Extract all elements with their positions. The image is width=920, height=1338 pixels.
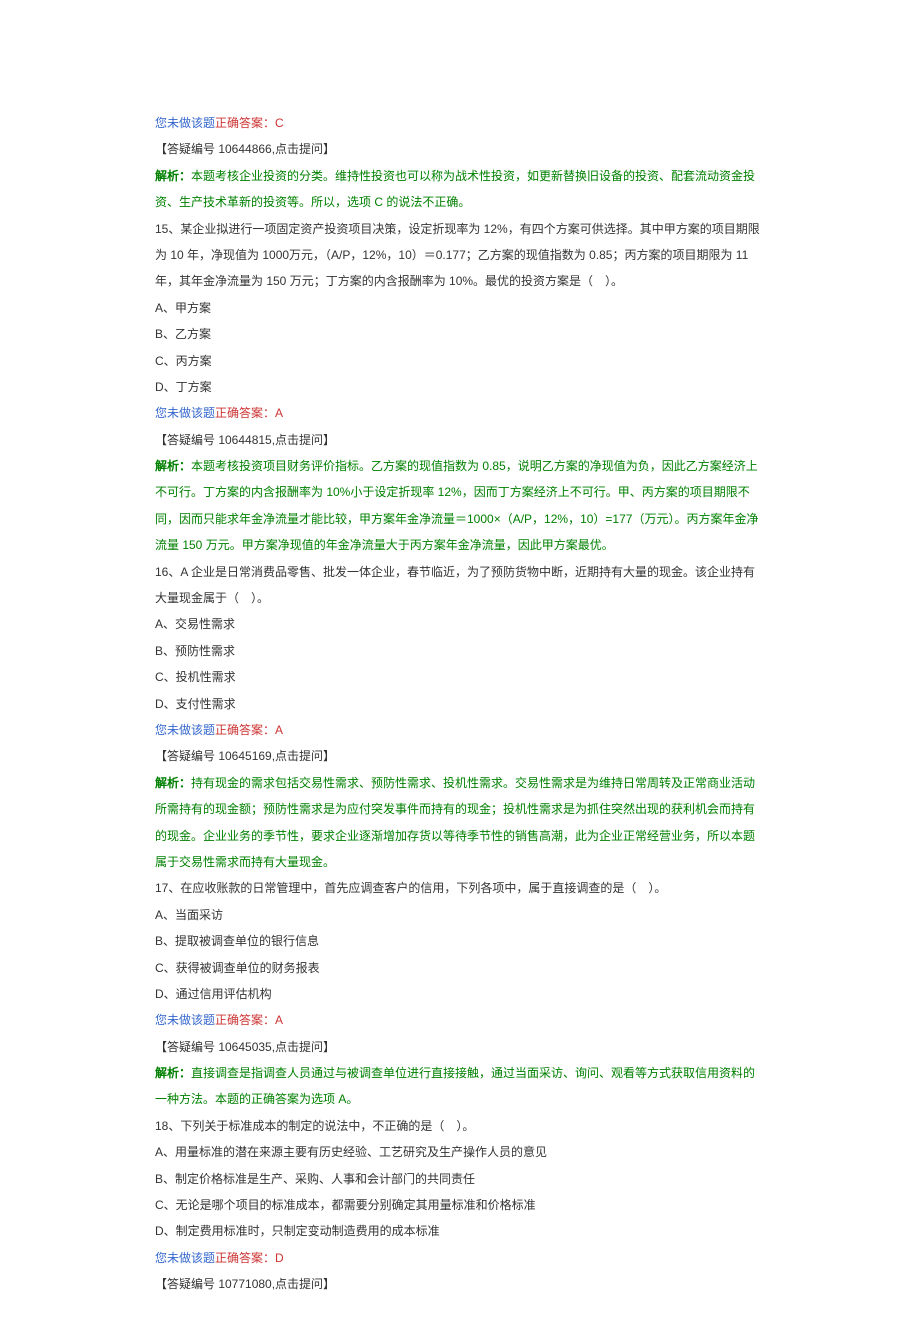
not-done-label: 您未做该题 <box>155 406 215 420</box>
option-b: B、提取被调查单位的银行信息 <box>155 928 765 954</box>
analysis-label: 解析： <box>155 1066 191 1080</box>
question-stem: 18、下列关于标准成本的制定的说法中，不正确的是（ ）。 <box>155 1113 765 1139</box>
question-17: 17、在应收账款的日常管理中，首先应调查客户的信用，下列各项中，属于直接调查的是… <box>155 875 765 1113</box>
option-a: A、交易性需求 <box>155 611 765 637</box>
analysis: 解析：持有现金的需求包括交易性需求、预防性需求、投机性需求。交易性需求是为维持日… <box>155 770 765 876</box>
question-18: 18、下列关于标准成本的制定的说法中，不正确的是（ ）。 A、用量标准的潜在来源… <box>155 1113 765 1298</box>
not-done-label: 您未做该题 <box>155 723 215 737</box>
reference-link[interactable]: 【答疑编号 10771080,点击提问】 <box>155 1271 765 1297</box>
question-14-answer: 您未做该题正确答案：C 【答疑编号 10644866,点击提问】 解析：本题考核… <box>155 110 765 216</box>
reference-link[interactable]: 【答疑编号 10644866,点击提问】 <box>155 136 765 162</box>
question-stem: 16、A 企业是日常消费品零售、批发一体企业，春节临近，为了预防货物中断，近期持… <box>155 559 765 612</box>
option-c: C、无论是哪个项目的标准成本，都需要分别确定其用量标准和价格标准 <box>155 1192 765 1218</box>
not-done-label: 您未做该题 <box>155 1251 215 1265</box>
reference-link[interactable]: 【答疑编号 10645169,点击提问】 <box>155 743 765 769</box>
option-a: A、当面采访 <box>155 902 765 928</box>
option-c: C、丙方案 <box>155 348 765 374</box>
analysis-label: 解析： <box>155 459 191 473</box>
question-15: 15、某企业拟进行一项固定资产投资项目决策，设定折现率为 12%，有四个方案可供… <box>155 216 765 559</box>
correct-answer-label: 正确答案：A <box>215 406 283 420</box>
option-a: A、用量标准的潜在来源主要有历史经验、工艺研究及生产操作人员的意见 <box>155 1139 765 1165</box>
option-c: C、投机性需求 <box>155 664 765 690</box>
analysis-label: 解析： <box>155 776 191 790</box>
option-b: B、乙方案 <box>155 321 765 347</box>
option-b: B、预防性需求 <box>155 638 765 664</box>
option-d: D、通过信用评估机构 <box>155 981 765 1007</box>
option-a: A、甲方案 <box>155 295 765 321</box>
option-c: C、获得被调查单位的财务报表 <box>155 955 765 981</box>
question-stem: 15、某企业拟进行一项固定资产投资项目决策，设定折现率为 12%，有四个方案可供… <box>155 216 765 295</box>
correct-answer-label: 正确答案：A <box>215 1013 283 1027</box>
correct-answer-label: 正确答案：C <box>215 116 284 130</box>
reference-link[interactable]: 【答疑编号 10644815,点击提问】 <box>155 427 765 453</box>
analysis: 解析：直接调查是指调查人员通过与被调查单位进行直接接触，通过当面采访、询问、观看… <box>155 1060 765 1113</box>
not-done-label: 您未做该题 <box>155 116 215 130</box>
analysis: 解析：本题考核投资项目财务评价指标。乙方案的现值指数为 0.85，说明乙方案的净… <box>155 453 765 559</box>
option-d: D、丁方案 <box>155 374 765 400</box>
question-16: 16、A 企业是日常消费品零售、批发一体企业，春节临近，为了预防货物中断，近期持… <box>155 559 765 876</box>
analysis: 解析：本题考核企业投资的分类。维持性投资也可以称为战术性投资，如更新替换旧设备的… <box>155 163 765 216</box>
analysis-label: 解析： <box>155 169 191 183</box>
not-done-label: 您未做该题 <box>155 1013 215 1027</box>
correct-answer-label: 正确答案：D <box>215 1251 284 1265</box>
option-b: B、制定价格标准是生产、采购、人事和会计部门的共同责任 <box>155 1166 765 1192</box>
option-d: D、制定费用标准时，只制定变动制造费用的成本标准 <box>155 1218 765 1244</box>
correct-answer-label: 正确答案：A <box>215 723 283 737</box>
question-stem: 17、在应收账款的日常管理中，首先应调查客户的信用，下列各项中，属于直接调查的是… <box>155 875 765 901</box>
option-d: D、支付性需求 <box>155 691 765 717</box>
reference-link[interactable]: 【答疑编号 10645035,点击提问】 <box>155 1034 765 1060</box>
